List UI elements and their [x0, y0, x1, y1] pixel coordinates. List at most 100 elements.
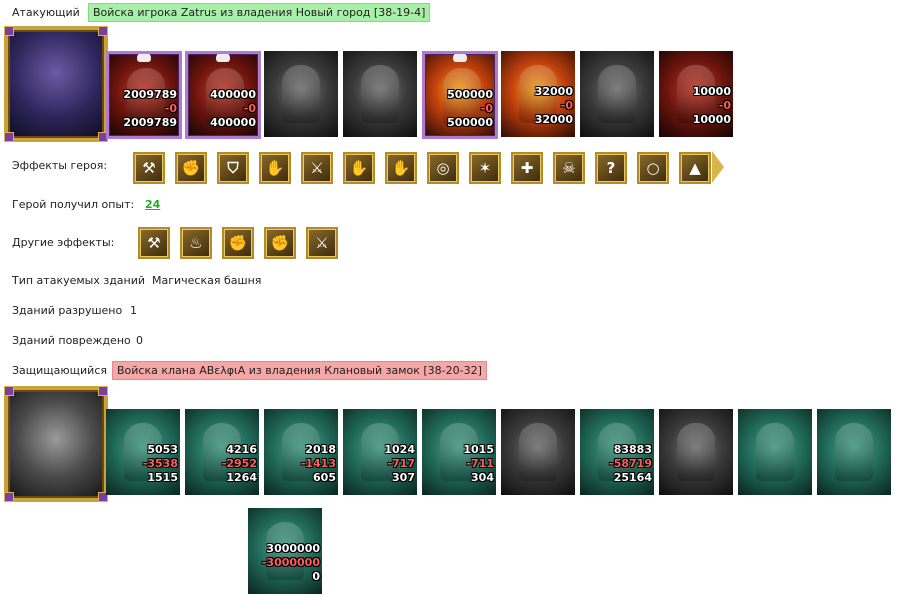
unit-loss: -3538: [142, 457, 178, 470]
unit-count: 2009789: [123, 88, 177, 101]
buildings-damaged-value: 0: [136, 334, 143, 347]
unit-left: 32000: [534, 113, 573, 126]
fist-heart-icon[interactable]: ✊: [222, 227, 254, 259]
unit-count: 32000: [534, 85, 573, 98]
defender-title: Войска клана ΑΒελφιΑ из владения Клановы…: [112, 361, 487, 380]
flesh-hive-unit[interactable]: [817, 409, 891, 495]
skull-icon: [216, 54, 230, 62]
winged-demon-unit[interactable]: 1024 -717 307: [343, 409, 417, 495]
skull-icon: [137, 54, 151, 62]
armor-icon[interactable]: ⚒: [138, 227, 170, 259]
fist-heart-icon[interactable]: ✊: [264, 227, 296, 259]
unit-count: 10000: [692, 85, 731, 98]
unit-figure: [598, 65, 636, 123]
lich-unit[interactable]: 400000 -0 400000: [185, 51, 261, 139]
unit-loss: -2952: [221, 457, 257, 470]
attacker-title: Войска игрока Zatrus из владения Новый г…: [88, 3, 431, 22]
unit-count: 4216: [226, 443, 257, 456]
buildings-damaged-label: Зданий повреждено: [12, 334, 131, 347]
hand-sword-icon[interactable]: ✋: [343, 152, 375, 184]
flesh-altar-unit[interactable]: [738, 409, 812, 495]
unit-left: 307: [392, 471, 415, 484]
crystal-icon[interactable]: ▲: [679, 152, 711, 184]
reaper-unit[interactable]: 10000 -0 10000: [659, 51, 733, 137]
ring-icon[interactable]: ○: [637, 152, 669, 184]
unit-left: 25164: [613, 471, 652, 484]
unit-loss: -1413: [300, 457, 336, 470]
fire-golem-unit[interactable]: 500000 -0 500000: [422, 51, 498, 139]
unit-left: 10000: [692, 113, 731, 126]
hand-magic-icon[interactable]: ✋: [385, 152, 417, 184]
unit-loss: -58719: [609, 457, 652, 470]
unit-loss: -717: [387, 457, 415, 470]
unit-left: 500000: [447, 116, 493, 129]
unit-count: 83883: [613, 443, 652, 456]
defender-hero-portrait[interactable]: [4, 386, 108, 502]
experience-label: Герой получил опыт:: [12, 198, 135, 211]
unit-loss: -0: [560, 99, 573, 112]
flesh-tower-unit[interactable]: 83883 -58719 25164: [580, 409, 654, 495]
unit-left: 605: [313, 471, 336, 484]
spiked-beast-unit[interactable]: 5053 -3538 1515: [106, 409, 180, 495]
unit-loss: -0: [243, 102, 256, 115]
question-icon[interactable]: ?: [595, 152, 627, 184]
bone-knight-unit[interactable]: [580, 51, 654, 137]
orc-shaman-unit[interactable]: 2018 -1413 605: [264, 409, 338, 495]
buildings-destroyed-label: Зданий разрушено: [12, 304, 123, 317]
unit-left: 304: [471, 471, 494, 484]
gargoyle-unit[interactable]: [343, 51, 417, 137]
shadow-unit[interactable]: [501, 409, 575, 495]
coins-icon[interactable]: ◎: [427, 152, 459, 184]
attacker-label: Атакующий: [12, 6, 80, 19]
unit-count: 1015: [463, 443, 494, 456]
skull-icon: [453, 54, 467, 62]
unit-left: 1515: [147, 471, 178, 484]
unit-left: 1264: [226, 471, 257, 484]
other-effects-label: Другие эффекты:: [12, 236, 115, 249]
hand-shield-icon[interactable]: ✋: [259, 152, 291, 184]
unit-figure: [756, 423, 794, 481]
hero-effects-label: Эффекты героя:: [12, 159, 108, 172]
unit-figure: [677, 423, 715, 481]
unit-figure: [361, 65, 399, 123]
sword-icon[interactable]: ⚔: [306, 227, 338, 259]
unit-left: 0: [312, 570, 320, 583]
demon-mask-icon[interactable]: ☠: [553, 152, 585, 184]
unit-loss: -0: [164, 102, 177, 115]
dice-fist-icon[interactable]: ✊: [175, 152, 207, 184]
unit-left: 2009789: [123, 116, 177, 129]
attacker-hero-portrait[interactable]: [4, 26, 108, 142]
dark-fiend-unit[interactable]: [659, 409, 733, 495]
beast-unit[interactable]: 2009789 -0 2009789: [106, 51, 182, 139]
unit-loss: -0: [718, 99, 731, 112]
ghost-wolf-unit[interactable]: [264, 51, 338, 137]
building-type-value: Магическая башня: [152, 274, 262, 287]
building-type-label: Тип атакуемых зданий: [12, 274, 146, 287]
bone-spider-unit[interactable]: 1015 -711 304: [422, 409, 496, 495]
sword-icon[interactable]: ⚔: [301, 152, 333, 184]
unit-loss: -3000000: [261, 556, 320, 569]
scroll-right-arrow-icon[interactable]: [712, 151, 724, 183]
unit-count: 1024: [384, 443, 415, 456]
buildings-destroyed-value: 1: [130, 304, 137, 317]
defender-label: Защищающийся: [12, 364, 107, 377]
unit-count: 5053: [147, 443, 178, 456]
unit-figure: [282, 65, 320, 123]
potion-icon[interactable]: ♨: [180, 227, 212, 259]
claw-icon[interactable]: ✶: [469, 152, 501, 184]
unit-left: 400000: [210, 116, 256, 129]
unit-count: 2018: [305, 443, 336, 456]
unit-loss: -711: [466, 457, 494, 470]
unit-loss: -0: [480, 102, 493, 115]
barracks-icon[interactable]: ⚒: [133, 152, 165, 184]
unit-count: 3000000: [266, 542, 320, 555]
unit-count: 400000: [210, 88, 256, 101]
cross-icon[interactable]: ✚: [511, 152, 543, 184]
experience-value[interactable]: 24: [145, 198, 160, 211]
armored-demon-unit[interactable]: 4216 -2952 1264: [185, 409, 259, 495]
flesh-wall-unit[interactable]: 3000000 -3000000 0: [248, 508, 322, 594]
unit-figure: [519, 423, 557, 481]
unit-count: 500000: [447, 88, 493, 101]
shield-icon[interactable]: ⛉: [217, 152, 249, 184]
fire-titan-unit[interactable]: 32000 -0 32000: [501, 51, 575, 137]
